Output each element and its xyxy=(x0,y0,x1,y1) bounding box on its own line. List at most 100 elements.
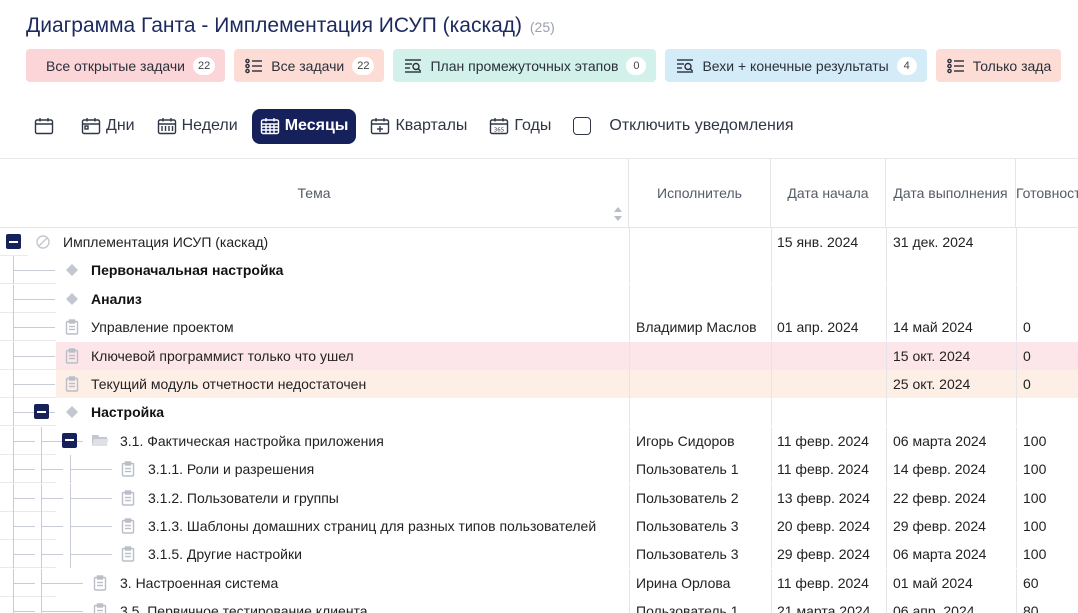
collapse-toggle[interactable] xyxy=(34,404,49,420)
table-row[interactable]: Управление проектом Владимир Маслов 01 апр… xyxy=(0,313,1078,342)
row-subject[interactable]: 3.1. Фактическая настройка приложения xyxy=(120,427,624,455)
column-header-assignee[interactable]: Исполнитель xyxy=(629,159,771,227)
zoom-years-button[interactable]: 365 Годы xyxy=(481,109,559,144)
table-row[interactable]: Ключевой программист только что ушел 15 о… xyxy=(0,341,1078,370)
column-header-subject[interactable]: Тема xyxy=(0,159,629,227)
column-header-start[interactable]: Дата начала xyxy=(771,159,886,227)
column-divider xyxy=(886,455,887,484)
tree-guide xyxy=(41,611,83,613)
column-divider xyxy=(1016,341,1017,370)
row-subject[interactable]: Настройка xyxy=(91,398,624,426)
row-start-date: 01 апр. 2024 xyxy=(777,319,859,336)
saved-query-chip[interactable]: Все задачи 22 xyxy=(234,49,385,82)
page-title-text: Диаграмма Ганта - Имплементация ИСУП (ка… xyxy=(26,14,523,37)
tree-guide xyxy=(13,611,35,613)
saved-query-chip[interactable]: Только зада xyxy=(935,49,1062,82)
table-row[interactable]: Настройка xyxy=(0,398,1078,427)
table-row[interactable]: 3. Настроенная система Ирина Орлова 11 фев… xyxy=(0,568,1078,597)
row-assignee xyxy=(636,285,770,313)
gantt-table: Тема Исполнитель Дата начала Дата выполн… xyxy=(0,158,1078,613)
row-done-ratio: 100 xyxy=(1023,518,1047,534)
row-subject[interactable]: Управление проектом xyxy=(91,313,624,341)
mute-notifications-label[interactable]: Отключить уведомления xyxy=(609,117,793,135)
row-done-ratio xyxy=(1023,285,1078,313)
row-done-ratio xyxy=(1023,228,1078,256)
row-subject[interactable]: 3.5. Первичное тестирование клиента xyxy=(120,597,624,613)
column-divider xyxy=(771,597,772,613)
list-icon xyxy=(946,57,966,75)
column-divider xyxy=(629,284,630,313)
row-start-date xyxy=(777,398,885,426)
row-subject[interactable]: Имплементация ИСУП (каскад) xyxy=(63,228,624,256)
zoom-quarters-button[interactable]: Кварталы xyxy=(362,109,475,144)
row-done-ratio xyxy=(1023,398,1078,426)
table-row[interactable]: Текущий модуль отчетности недостаточен 25… xyxy=(0,370,1078,398)
row-done-ratio: 0 xyxy=(1023,319,1031,336)
column-divider xyxy=(771,455,772,484)
mute-notifications-checkbox[interactable] xyxy=(573,117,592,135)
calendar-icon xyxy=(34,118,54,135)
column-divider xyxy=(629,540,630,569)
sort-icon[interactable] xyxy=(613,206,623,222)
table-row[interactable]: 3.1.1. Роли и разрешения Пользователь 1 11… xyxy=(0,455,1078,484)
collapse-toggle[interactable] xyxy=(6,234,21,249)
saved-query-chip[interactable]: Вехи + конечные результаты 4 xyxy=(665,49,927,82)
column-divider xyxy=(771,426,772,455)
row-start-date: 11 февр. 2024 xyxy=(777,461,869,478)
filter-list-icon xyxy=(403,57,423,75)
saved-query-count: 4 xyxy=(896,56,917,75)
zoom-toolbar: Дни Недели Месяцы Кварталы 365 Годы Откл… xyxy=(26,108,793,144)
column-divider xyxy=(771,228,772,256)
zoom-months-button[interactable]: Месяцы xyxy=(251,108,357,144)
column-divider xyxy=(886,483,887,512)
saved-query-label: Все задачи xyxy=(271,57,345,74)
row-subject[interactable]: Первоначальная настройка xyxy=(91,256,624,284)
saved-query-chip[interactable]: План промежуточных этапов 0 xyxy=(393,49,657,82)
row-start-date xyxy=(777,342,885,370)
row-subject[interactable]: 3. Настроенная система xyxy=(120,569,624,597)
tree-guide xyxy=(70,554,112,556)
column-divider xyxy=(629,597,630,613)
column-divider xyxy=(629,341,630,370)
table-row[interactable]: 3.1. Фактическая настройка приложения Иго… xyxy=(0,426,1078,455)
table-row[interactable]: 3.1.2. Пользователи и группы Пользователь… xyxy=(0,483,1078,512)
row-due-date: 15 окт. 2024 xyxy=(893,347,971,364)
row-subject[interactable]: 3.1.3. Шаблоны домашних страниц для разн… xyxy=(148,512,624,540)
collapse-toggle[interactable] xyxy=(62,432,77,448)
tree-guide xyxy=(13,327,55,329)
row-due-date xyxy=(893,256,1015,284)
table-row[interactable]: Первоначальная настройка xyxy=(0,256,1078,285)
project-icon xyxy=(34,228,52,256)
saved-query-label: План промежуточных этапов xyxy=(430,57,619,74)
row-subject[interactable]: Ключевой программист только что ушел xyxy=(91,342,624,370)
table-row[interactable]: Имплементация ИСУП (каскад) 15 янв. 2024 3… xyxy=(0,228,1078,256)
zoom-days-button[interactable]: Дни xyxy=(73,109,143,144)
tree-guide xyxy=(13,355,55,357)
saved-query-chip[interactable]: Все открытые задачи 22 xyxy=(26,49,226,82)
table-row[interactable]: 3.1.5. Другие настройки Пользователь 3 29 … xyxy=(0,540,1078,569)
row-assignee xyxy=(636,256,770,284)
column-divider xyxy=(886,370,887,398)
row-start-date xyxy=(777,285,885,313)
column-divider xyxy=(629,256,630,285)
row-subject[interactable]: 3.1.2. Пользователи и группы xyxy=(148,484,624,512)
zoom-weeks-button[interactable]: Недели xyxy=(149,109,246,144)
column-header-done[interactable]: Готовност xyxy=(1016,159,1078,227)
row-due-date xyxy=(893,398,1015,426)
row-subject[interactable]: Текущий модуль отчетности недостаточен xyxy=(91,370,624,398)
row-subject[interactable]: 3.1.1. Роли и разрешения xyxy=(148,455,624,483)
table-row[interactable]: 3.1.3. Шаблоны домашних страниц для разн… xyxy=(0,512,1078,540)
row-subject[interactable]: Анализ xyxy=(91,285,624,313)
column-divider xyxy=(629,483,630,512)
calendar-button[interactable] xyxy=(26,109,67,144)
column-divider xyxy=(629,313,630,342)
table-row[interactable]: 3.5. Первичное тестирование клиента Польз… xyxy=(0,597,1078,613)
row-done-ratio: 60 xyxy=(1023,574,1039,591)
column-header-due[interactable]: Дата выполнения xyxy=(886,159,1016,227)
row-subject[interactable]: 3.1.5. Другие настройки xyxy=(148,540,624,568)
table-row[interactable]: Анализ xyxy=(0,284,1078,313)
row-done-ratio: 80 xyxy=(1023,603,1039,613)
column-divider xyxy=(771,512,772,540)
tree-guide xyxy=(41,469,63,471)
saved-query-count: 22 xyxy=(193,56,216,75)
